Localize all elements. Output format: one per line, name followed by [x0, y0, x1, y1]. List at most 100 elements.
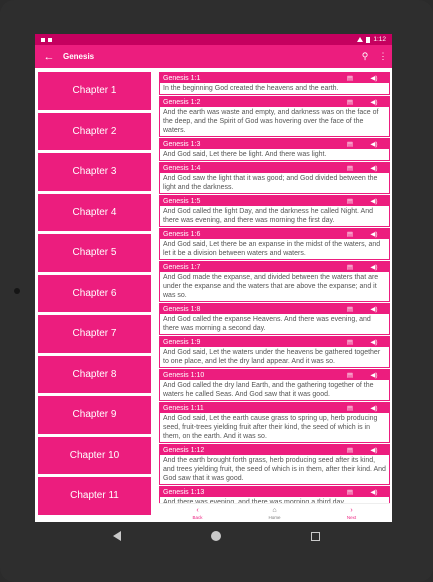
verse-reference: Genesis 1:3 [163, 140, 201, 148]
speaker-icon[interactable]: ◀) [362, 488, 386, 496]
speaker-icon[interactable]: ◀) [362, 446, 386, 454]
nav-back-button[interactable]: ‹ Back [159, 504, 236, 522]
speaker-icon[interactable]: ◀) [362, 371, 386, 379]
verse-header: Genesis 1:10 ▤ ◀) [160, 370, 389, 380]
notification-icon [48, 37, 52, 42]
clipboard-icon[interactable]: ▤ [338, 74, 362, 82]
system-nav-bar [0, 522, 433, 550]
chapter-button[interactable]: Chapter 7 [38, 315, 151, 353]
notification-icon [41, 37, 45, 42]
verse-text: And God called the light Day, and the da… [163, 208, 374, 224]
chapter-button[interactable]: Chapter 10 [38, 436, 151, 474]
verse-header: Genesis 1:12 ▤ ◀) [160, 445, 389, 455]
screen: 1:12 ← Genesis ⚲ ⋮ Chapter 1 Chapter 2 Cha… [35, 34, 392, 522]
chapter-button[interactable]: Chapter 6 [38, 274, 151, 312]
chapter-button[interactable]: Chapter 5 [38, 234, 151, 272]
speaker-icon[interactable]: ◀) [362, 140, 386, 148]
system-home-icon[interactable] [211, 531, 221, 541]
page-title: Genesis [63, 52, 95, 61]
verse-reference: Genesis 1:5 [163, 197, 201, 205]
speaker-icon[interactable]: ◀) [362, 164, 386, 172]
clipboard-icon[interactable]: ▤ [338, 305, 362, 313]
verse-text: And God made the expanse, and divided be… [163, 274, 379, 299]
chapter-button[interactable]: Chapter 4 [38, 193, 151, 231]
verse-header: Genesis 1:8 ▤ ◀) [160, 304, 389, 314]
verse-card: Genesis 1:5 ▤ ◀) And God called the light D… [159, 195, 390, 227]
verse-reference: Genesis 1:4 [163, 164, 201, 172]
clipboard-icon[interactable]: ▤ [338, 197, 362, 205]
speaker-icon[interactable]: ◀) [362, 197, 386, 205]
clipboard-icon[interactable]: ▤ [338, 404, 362, 412]
chapter-button[interactable]: Chapter 9 [38, 396, 151, 434]
verse-header: Genesis 1:9 ▤ ◀) [160, 337, 389, 347]
verse-reference: Genesis 1:12 [163, 446, 205, 454]
speaker-icon[interactable]: ◀) [362, 404, 386, 412]
verse-header: Genesis 1:4 ▤ ◀) [160, 163, 389, 173]
verse-reference: Genesis 1:8 [163, 305, 201, 313]
nav-home-button[interactable]: ⌂ Home [236, 504, 313, 522]
bottom-nav: ‹ Back ⌂ Home › Next [159, 503, 390, 522]
speaker-icon[interactable]: ◀) [362, 338, 386, 346]
clipboard-icon[interactable]: ▤ [338, 230, 362, 238]
verse-card: Genesis 1:8 ▤ ◀) And God called the expanse… [159, 303, 390, 335]
chevron-right-icon: › [350, 506, 353, 514]
camera-dot [14, 288, 20, 294]
system-back-icon[interactable] [113, 531, 121, 541]
speaker-icon[interactable]: ◀) [362, 305, 386, 313]
nav-back-label: Back [192, 514, 203, 520]
speaker-icon[interactable]: ◀) [362, 98, 386, 106]
verse-header: Genesis 1:7 ▤ ◀) [160, 262, 389, 272]
wifi-icon [357, 37, 364, 42]
chapter-button[interactable]: Chapter 3 [38, 153, 151, 191]
chapter-list: Chapter 1 Chapter 2 Chapter 3 Chapter 4 Chap… [38, 72, 151, 519]
verse-reference: Genesis 1:1 [163, 74, 201, 82]
speaker-icon[interactable]: ◀) [362, 74, 386, 82]
verse-card: Genesis 1:7 ▤ ◀) And God made the expanse, … [159, 261, 390, 302]
nav-next-label: Next [346, 514, 357, 520]
verse-header: Genesis 1:13 ▤ ◀) [160, 487, 389, 497]
speaker-icon[interactable]: ◀) [362, 230, 386, 238]
verse-header: Genesis 1:2 ▤ ◀) [160, 97, 389, 107]
chapter-button[interactable]: Chapter 2 [38, 112, 151, 150]
speaker-icon[interactable]: ◀) [362, 263, 386, 271]
verse-text: And God said, Let the waters under the h… [163, 349, 381, 365]
verse-reference: Genesis 1:6 [163, 230, 201, 238]
clipboard-icon[interactable]: ▤ [338, 263, 362, 271]
search-icon[interactable]: ⚲ [356, 51, 374, 62]
chapter-button[interactable]: Chapter 8 [38, 355, 151, 393]
clipboard-icon[interactable]: ▤ [338, 164, 362, 172]
clipboard-icon[interactable]: ▤ [338, 371, 362, 379]
verse-card: Genesis 1:10 ▤ ◀) And God called the dry la… [159, 369, 390, 401]
verse-header: Genesis 1:3 ▤ ◀) [160, 139, 389, 149]
verse-reference: Genesis 1:10 [163, 371, 205, 379]
system-recents-icon[interactable] [311, 531, 320, 541]
verse-card: Genesis 1:11 ▤ ◀) And God said, Let the ear… [159, 402, 390, 443]
verse-card: Genesis 1:3 ▤ ◀) And God said, Let there be… [159, 138, 390, 161]
status-time: 1:12 [373, 36, 386, 43]
clipboard-icon[interactable]: ▤ [338, 488, 362, 496]
more-vert-icon[interactable]: ⋮ [374, 51, 392, 62]
clipboard-icon[interactable]: ▤ [338, 338, 362, 346]
verse-card: Genesis 1:2 ▤ ◀) And the earth was waste an… [159, 96, 390, 137]
arrow-left-icon[interactable]: ← [35, 51, 63, 63]
clipboard-icon[interactable]: ▤ [338, 446, 362, 454]
verse-reference: Genesis 1:7 [163, 263, 201, 271]
chapter-button[interactable]: Chapter 1 [38, 72, 151, 110]
clipboard-icon[interactable]: ▤ [338, 140, 362, 148]
app-bar: ← Genesis ⚲ ⋮ [35, 45, 392, 68]
verse-list: Genesis 1:1 ▤ ◀) In the beginning God creat… [159, 72, 390, 503]
verse-text: And God saw the light that it was good; … [163, 175, 378, 191]
verse-text: And God said, Let the earth cause grass … [163, 415, 378, 440]
nav-home-label: Home [268, 514, 281, 520]
verse-reference: Genesis 1:11 [163, 404, 204, 412]
verse-card: Genesis 1:13 ▤ ◀) And there was evening, an… [159, 486, 390, 503]
battery-icon [366, 36, 371, 43]
chevron-left-icon: ‹ [196, 506, 199, 514]
verse-header: Genesis 1:5 ▤ ◀) [160, 196, 389, 206]
status-bar: 1:12 [35, 34, 392, 45]
verse-text: And the earth was waste and empty, and d… [163, 109, 379, 134]
nav-next-button[interactable]: › Next [313, 504, 390, 522]
verse-text: And God called the dry land Earth, and t… [163, 382, 374, 398]
chapter-button[interactable]: Chapter 11 [38, 477, 151, 515]
clipboard-icon[interactable]: ▤ [338, 98, 362, 106]
